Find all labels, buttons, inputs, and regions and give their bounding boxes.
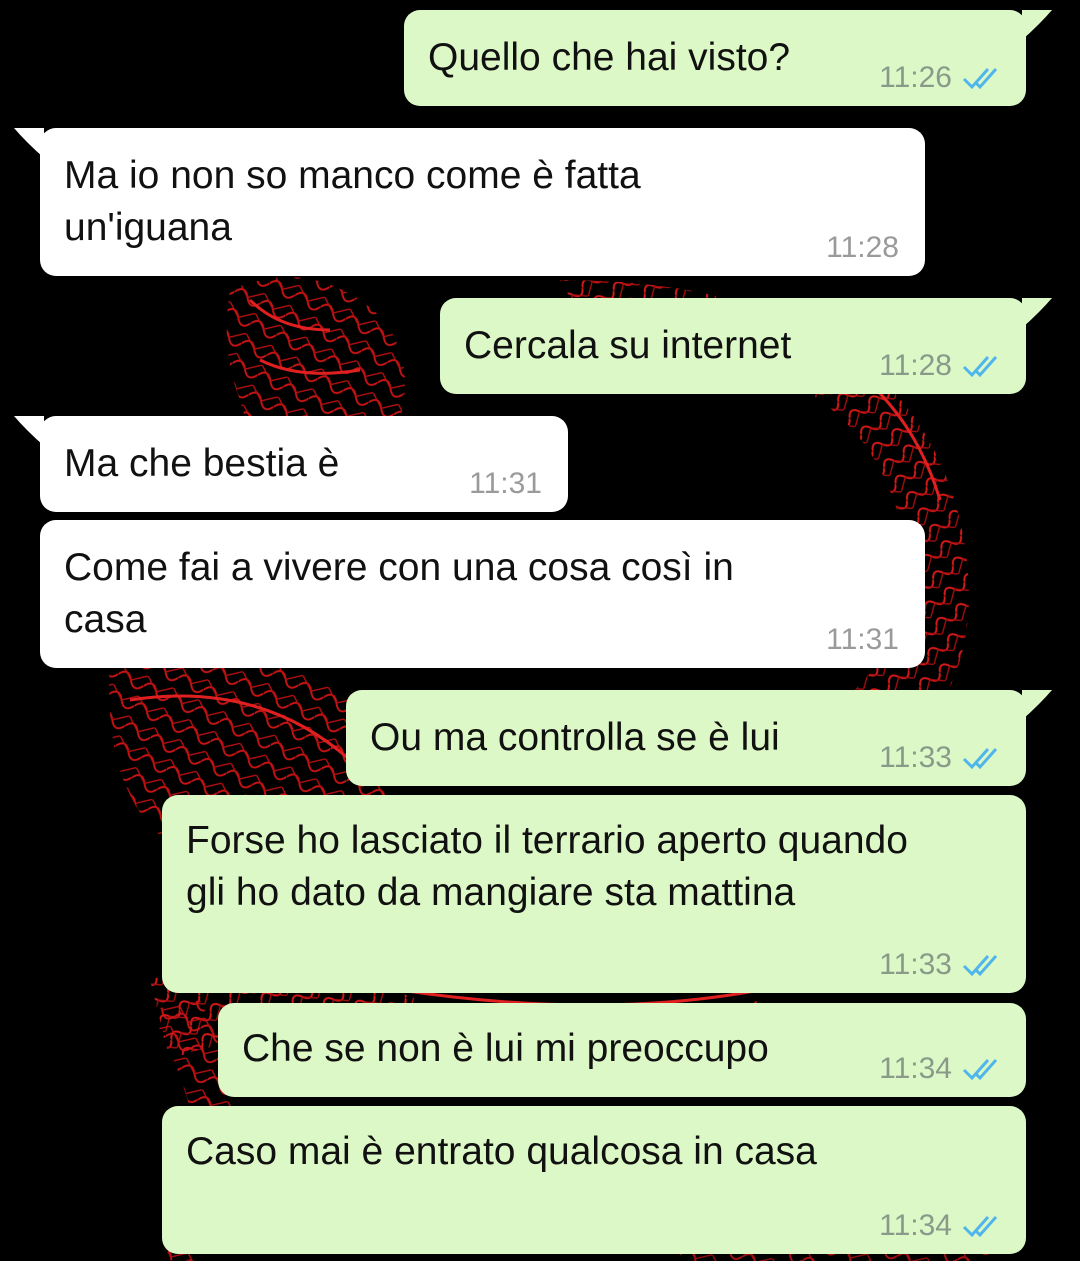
message-meta: 11:26 [879,60,1000,96]
message-time: 11:28 [826,231,899,264]
message-outgoing[interactable]: Cercala su internet 11:28 [440,298,1052,394]
bubble-tail [14,128,44,158]
message-incoming[interactable]: Come fai a vivere con una cosa così in c… [40,520,925,668]
message-meta: 11:28 [826,230,899,266]
double-check-icon [962,955,998,977]
message-time: 11:31 [469,467,542,500]
message-incoming[interactable]: Ma io non so manco come è fatta un'iguan… [14,128,925,276]
message-meta: 11:28 [879,348,1000,384]
message-outgoing[interactable]: Caso mai è entrato qualcosa in casa 11:3… [162,1106,1026,1254]
message-time: 11:33 [879,741,952,774]
message-outgoing[interactable]: Ou ma controlla se è lui 11:33 [346,690,1052,786]
bubble-tail [1022,10,1052,40]
message-outgoing[interactable]: Che se non è lui mi preoccupo 11:34 [218,1003,1026,1097]
message-time: 11:33 [879,948,952,981]
double-check-icon [962,1216,998,1238]
message-outgoing[interactable]: Forse ho lasciato il terrario aperto qua… [162,795,1026,993]
message-outgoing[interactable]: Quello che hai visto? 11:26 [404,10,1052,106]
message-time: 11:31 [826,623,899,656]
message-time: 11:26 [879,61,952,94]
message-text: Ma io non so manco come è fatta un'iguan… [64,154,641,249]
message-time: 11:34 [879,1052,952,1085]
message-text: Forse ho lasciato il terrario aperto qua… [186,819,908,914]
message-meta: 11:31 [469,466,542,502]
bubble-tail [1022,298,1052,328]
message-time: 11:28 [879,349,952,382]
message-meta: 11:34 [879,1208,1000,1244]
message-meta: 11:33 [879,947,1000,983]
message-meta: 11:31 [826,622,899,658]
double-check-icon [962,356,998,378]
chat-message-list: Quello che hai visto? 11:26 Ma io non so… [0,0,1080,1261]
message-meta: 11:33 [879,740,1000,776]
message-text: Caso mai è entrato qualcosa in casa [186,1130,817,1173]
double-check-icon [962,748,998,770]
message-time: 11:34 [879,1209,952,1242]
message-meta: 11:34 [879,1051,1000,1087]
double-check-icon [962,1059,998,1081]
bubble-tail [14,416,44,446]
message-text: Come fai a vivere con una cosa così in c… [64,546,734,641]
double-check-icon [962,68,998,90]
message-incoming[interactable]: Ma che bestia è 11:31 [14,416,568,512]
bubble-tail [1022,690,1052,720]
